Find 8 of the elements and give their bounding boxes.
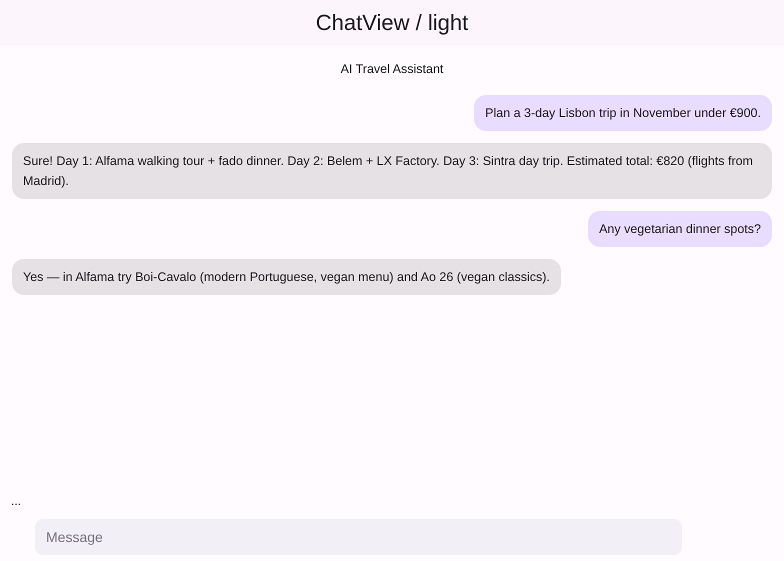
user-message-bubble: Plan a 3-day Lisbon trip in November under €900. xyxy=(474,94,772,131)
user-message-bubble: Any vegetarian dinner spots? xyxy=(588,210,772,247)
chat-title: AI Travel Assistant xyxy=(340,61,444,78)
typing-indicator: ... xyxy=(11,494,22,508)
page-title: ChatView / light xyxy=(316,9,468,37)
assistant-message-bubble: Yes — in Alfama try Boi-Cavalo (modern Portuguese, vegan menu) and Ao 26 (vegan classics). xyxy=(12,258,561,295)
assistant-message-bubble: Sure! Day 1: Alfama walking tour + fado dinner. Day 2: Belem + LX Factory. Day 3: Sintra day trip. Estimated total: €820 (flights from Madrid). xyxy=(12,142,772,199)
message-input-field[interactable]: Message xyxy=(35,519,682,555)
